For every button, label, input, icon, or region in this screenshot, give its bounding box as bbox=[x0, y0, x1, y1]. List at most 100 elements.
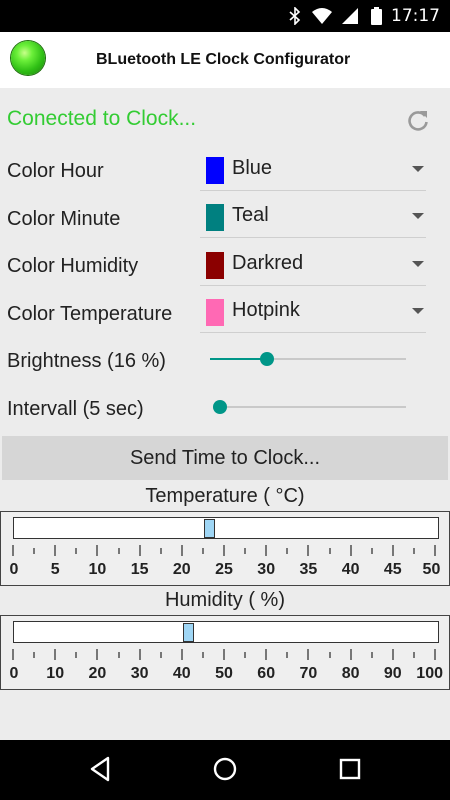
minor-tick bbox=[286, 548, 289, 554]
humidity-gauge-title: Humidity ( %) bbox=[164, 589, 285, 611]
major-tick bbox=[180, 545, 183, 556]
minor-tick bbox=[75, 548, 78, 554]
app-title: BLuetooth LE Clock Configurator bbox=[96, 51, 351, 68]
minor-tick bbox=[33, 548, 36, 554]
major-tick bbox=[349, 545, 352, 556]
major-tick bbox=[12, 545, 14, 556]
color-minute-label: Color Minute bbox=[7, 208, 121, 230]
tick-label: 0 bbox=[9, 665, 19, 682]
tick-label: 10 bbox=[88, 561, 107, 578]
tick-label: 30 bbox=[257, 561, 276, 578]
interval-slider[interactable] bbox=[213, 395, 406, 419]
refresh-icon[interactable] bbox=[405, 108, 431, 134]
minor-tick bbox=[159, 652, 162, 658]
color-humidity-label: Color Humidity bbox=[7, 255, 139, 277]
major-tick bbox=[138, 545, 141, 556]
minor-tick bbox=[159, 548, 162, 554]
major-tick bbox=[138, 649, 141, 660]
dropdown-arrow-icon bbox=[412, 308, 424, 314]
tick-label: 10 bbox=[46, 665, 65, 682]
gauge-ticks bbox=[12, 649, 436, 661]
status-bar: 17:17 bbox=[0, 0, 450, 32]
recents-icon[interactable] bbox=[339, 756, 361, 782]
tick-label: 25 bbox=[215, 561, 233, 578]
wifi-icon bbox=[312, 8, 332, 24]
signal-icon bbox=[342, 8, 358, 24]
tick-label: 60 bbox=[257, 665, 276, 682]
tick-label: 5 bbox=[50, 561, 60, 578]
color-temperature-value: Hotpink bbox=[232, 299, 300, 321]
slider-thumb[interactable] bbox=[260, 352, 274, 366]
minor-tick bbox=[370, 548, 373, 554]
send-time-button[interactable]: Send Time to Clock... bbox=[2, 436, 448, 480]
navigation-bar bbox=[0, 740, 450, 800]
gauge-bar bbox=[13, 621, 439, 643]
color-temperature-spinner[interactable]: Hotpink bbox=[200, 293, 426, 333]
minor-tick bbox=[201, 652, 204, 658]
color-hour-spinner[interactable]: Blue bbox=[200, 151, 426, 191]
minor-tick bbox=[117, 652, 120, 658]
minor-tick bbox=[117, 548, 120, 554]
tick-label: 90 bbox=[383, 665, 402, 682]
color-swatch bbox=[206, 157, 224, 184]
major-tick bbox=[434, 545, 436, 556]
tick-label: 0 bbox=[9, 561, 19, 578]
gauge-labels: 0 10 20 30 40 50 60 70 80 90 100 bbox=[9, 665, 443, 685]
tick-label: 50 bbox=[215, 665, 233, 682]
color-swatch bbox=[206, 252, 224, 279]
minor-tick bbox=[412, 652, 415, 658]
minor-tick bbox=[244, 548, 247, 554]
slider-fill bbox=[210, 358, 267, 360]
major-tick bbox=[265, 545, 268, 556]
brightness-label: Brightness (16 %) bbox=[7, 350, 166, 372]
color-humidity-value: Darkred bbox=[232, 252, 304, 274]
color-temperature-label: Color Temperature bbox=[7, 303, 173, 325]
home-icon[interactable] bbox=[212, 756, 238, 782]
color-minute-spinner[interactable]: Teal bbox=[200, 198, 426, 238]
color-humidity-spinner[interactable]: Darkred bbox=[200, 246, 426, 286]
major-tick bbox=[349, 649, 352, 660]
color-swatch bbox=[206, 204, 224, 231]
minor-tick bbox=[33, 652, 36, 658]
interval-label: Intervall (5 sec) bbox=[7, 398, 144, 420]
connection-led-icon bbox=[11, 41, 45, 75]
minor-tick bbox=[201, 548, 204, 554]
humidity-marker bbox=[183, 623, 195, 642]
tick-label: 35 bbox=[299, 561, 318, 578]
brightness-slider[interactable] bbox=[210, 347, 406, 371]
dropdown-arrow-icon bbox=[412, 166, 424, 172]
temperature-gauge: 0 5 10 15 20 25 30 35 40 45 50 bbox=[0, 511, 450, 586]
tick-label: 100 bbox=[416, 665, 444, 682]
app-header: BLuetooth LE Clock Configurator bbox=[0, 32, 450, 88]
dropdown-arrow-icon bbox=[412, 261, 424, 267]
major-tick bbox=[96, 545, 99, 556]
minor-tick bbox=[286, 652, 289, 658]
minor-tick bbox=[370, 652, 373, 658]
gauge-bar bbox=[13, 517, 439, 539]
gauge-labels: 0 5 10 15 20 25 30 35 40 45 50 bbox=[9, 561, 440, 581]
minor-tick bbox=[328, 548, 331, 554]
minor-tick bbox=[412, 548, 415, 554]
tick-label: 50 bbox=[422, 561, 441, 578]
tick-label: 20 bbox=[172, 561, 191, 578]
major-tick bbox=[54, 649, 57, 660]
minor-tick bbox=[75, 652, 78, 658]
major-tick bbox=[223, 649, 225, 660]
major-tick bbox=[434, 649, 436, 660]
major-tick bbox=[307, 545, 310, 556]
minor-tick bbox=[244, 652, 247, 658]
tick-label: 40 bbox=[341, 561, 360, 578]
tick-label: 30 bbox=[130, 665, 149, 682]
color-hour-value: Blue bbox=[232, 157, 273, 179]
major-tick bbox=[54, 545, 57, 556]
major-tick bbox=[180, 649, 183, 660]
back-icon[interactable] bbox=[88, 756, 112, 782]
tick-label: 45 bbox=[383, 561, 402, 578]
major-tick bbox=[12, 649, 14, 660]
slider-thumb[interactable] bbox=[213, 400, 227, 414]
humidity-gauge: 0 10 20 30 40 50 60 70 80 90 100 bbox=[0, 615, 450, 690]
status-time: 17:17 bbox=[391, 6, 440, 26]
temperature-gauge-title: Temperature ( °C) bbox=[145, 485, 305, 507]
minor-tick bbox=[328, 652, 331, 658]
tick-label: 80 bbox=[341, 665, 360, 682]
